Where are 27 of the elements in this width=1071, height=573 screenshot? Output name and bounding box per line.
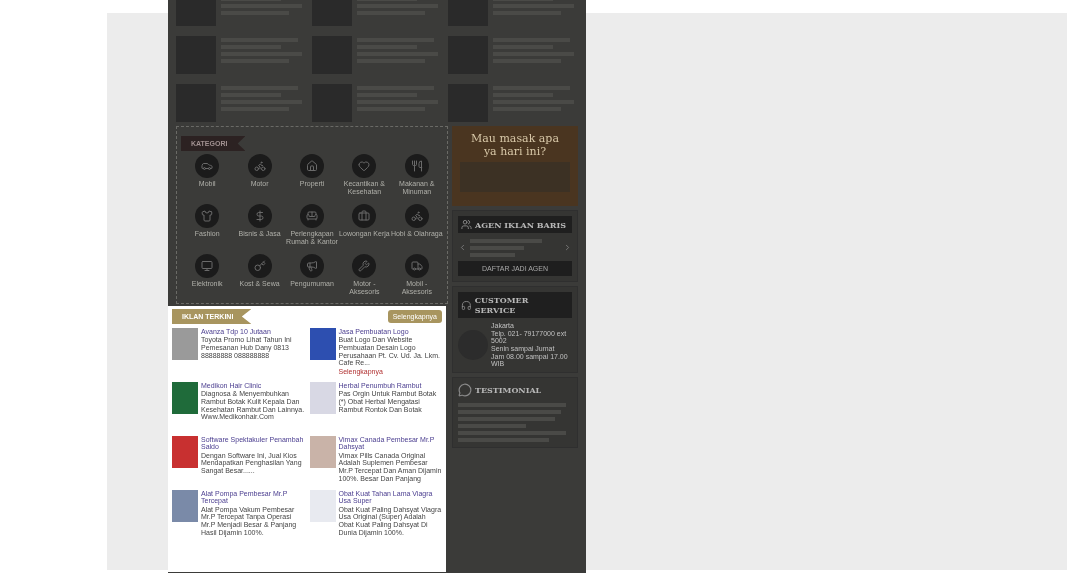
box-title: TESTIMONIAL (475, 385, 542, 395)
photo-placeholder (309, 436, 336, 468)
key-icon[interactable] (247, 254, 272, 278)
house-icon[interactable] (300, 154, 324, 178)
photo-placeholder (309, 382, 336, 414)
bicycle-icon[interactable] (404, 204, 429, 228)
photo-placeholder (172, 436, 198, 468)
headset-icon (461, 299, 472, 311)
megaphone-icon[interactable] (300, 254, 324, 278)
photo-placeholder (309, 328, 336, 360)
monitor-icon[interactable] (195, 254, 220, 278)
box-title: CUSTOMER SERVICE (474, 295, 530, 315)
shirt-icon[interactable] (195, 204, 220, 228)
photo-placeholder (172, 328, 198, 360)
box-title: AGEN IKLAN BARIS (475, 219, 566, 230)
sofa-icon[interactable] (300, 204, 324, 228)
people-icon (461, 219, 472, 230)
utensils-icon[interactable] (404, 154, 429, 178)
wrench-icon[interactable] (352, 254, 377, 278)
money-icon[interactable] (247, 204, 272, 228)
truck-icon[interactable] (404, 254, 429, 278)
banner-text: Mau masak apa ya hari ini? (470, 132, 560, 158)
car-icon[interactable] (195, 154, 220, 178)
briefcase-icon[interactable] (352, 204, 377, 228)
speech-bubble-icon (458, 383, 472, 397)
photo-placeholder (172, 490, 198, 522)
photo-placeholder (172, 382, 198, 414)
